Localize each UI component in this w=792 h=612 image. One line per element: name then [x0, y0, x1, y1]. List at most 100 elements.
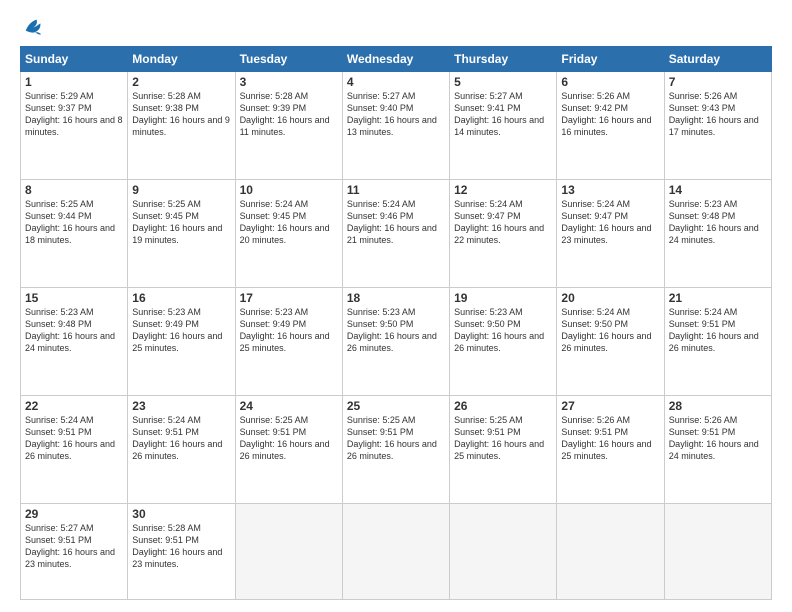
calendar-cell: 18Sunrise: 5:23 AMSunset: 9:50 PMDayligh…	[342, 288, 449, 396]
day-info: Sunrise: 5:23 AMSunset: 9:50 PMDaylight:…	[454, 306, 552, 355]
day-info: Sunrise: 5:24 AMSunset: 9:47 PMDaylight:…	[561, 198, 659, 247]
day-info: Sunrise: 5:26 AMSunset: 9:42 PMDaylight:…	[561, 90, 659, 139]
day-info: Sunrise: 5:27 AMSunset: 9:51 PMDaylight:…	[25, 522, 123, 571]
calendar-cell	[235, 504, 342, 600]
calendar-cell: 24Sunrise: 5:25 AMSunset: 9:51 PMDayligh…	[235, 396, 342, 504]
calendar-cell: 3Sunrise: 5:28 AMSunset: 9:39 PMDaylight…	[235, 72, 342, 180]
day-number: 9	[132, 183, 230, 197]
calendar-cell: 19Sunrise: 5:23 AMSunset: 9:50 PMDayligh…	[450, 288, 557, 396]
day-number: 15	[25, 291, 123, 305]
day-number: 10	[240, 183, 338, 197]
calendar-week-3: 15Sunrise: 5:23 AMSunset: 9:48 PMDayligh…	[21, 288, 772, 396]
day-info: Sunrise: 5:27 AMSunset: 9:40 PMDaylight:…	[347, 90, 445, 139]
calendar-cell: 25Sunrise: 5:25 AMSunset: 9:51 PMDayligh…	[342, 396, 449, 504]
calendar-cell	[557, 504, 664, 600]
day-info: Sunrise: 5:26 AMSunset: 9:43 PMDaylight:…	[669, 90, 767, 139]
calendar-cell	[342, 504, 449, 600]
calendar-week-1: 1Sunrise: 5:29 AMSunset: 9:37 PMDaylight…	[21, 72, 772, 180]
day-number: 24	[240, 399, 338, 413]
day-info: Sunrise: 5:27 AMSunset: 9:41 PMDaylight:…	[454, 90, 552, 139]
day-number: 26	[454, 399, 552, 413]
day-number: 28	[669, 399, 767, 413]
calendar-week-2: 8Sunrise: 5:25 AMSunset: 9:44 PMDaylight…	[21, 180, 772, 288]
logo-icon	[22, 16, 44, 38]
calendar-cell: 16Sunrise: 5:23 AMSunset: 9:49 PMDayligh…	[128, 288, 235, 396]
day-info: Sunrise: 5:24 AMSunset: 9:51 PMDaylight:…	[132, 414, 230, 463]
day-number: 18	[347, 291, 445, 305]
day-header-sunday: Sunday	[21, 47, 128, 72]
day-info: Sunrise: 5:24 AMSunset: 9:51 PMDaylight:…	[25, 414, 123, 463]
day-info: Sunrise: 5:25 AMSunset: 9:51 PMDaylight:…	[454, 414, 552, 463]
day-header-thursday: Thursday	[450, 47, 557, 72]
calendar-header-row: SundayMondayTuesdayWednesdayThursdayFrid…	[21, 47, 772, 72]
day-info: Sunrise: 5:29 AMSunset: 9:37 PMDaylight:…	[25, 90, 123, 139]
day-number: 1	[25, 75, 123, 89]
day-header-tuesday: Tuesday	[235, 47, 342, 72]
calendar-cell: 17Sunrise: 5:23 AMSunset: 9:49 PMDayligh…	[235, 288, 342, 396]
day-number: 29	[25, 507, 123, 521]
day-number: 22	[25, 399, 123, 413]
day-info: Sunrise: 5:23 AMSunset: 9:49 PMDaylight:…	[132, 306, 230, 355]
day-header-saturday: Saturday	[664, 47, 771, 72]
calendar-cell: 7Sunrise: 5:26 AMSunset: 9:43 PMDaylight…	[664, 72, 771, 180]
day-info: Sunrise: 5:25 AMSunset: 9:51 PMDaylight:…	[240, 414, 338, 463]
day-number: 19	[454, 291, 552, 305]
calendar-cell: 26Sunrise: 5:25 AMSunset: 9:51 PMDayligh…	[450, 396, 557, 504]
day-number: 27	[561, 399, 659, 413]
day-info: Sunrise: 5:25 AMSunset: 9:51 PMDaylight:…	[347, 414, 445, 463]
day-info: Sunrise: 5:24 AMSunset: 9:45 PMDaylight:…	[240, 198, 338, 247]
calendar-cell: 22Sunrise: 5:24 AMSunset: 9:51 PMDayligh…	[21, 396, 128, 504]
day-info: Sunrise: 5:28 AMSunset: 9:39 PMDaylight:…	[240, 90, 338, 139]
day-info: Sunrise: 5:23 AMSunset: 9:48 PMDaylight:…	[25, 306, 123, 355]
day-info: Sunrise: 5:23 AMSunset: 9:49 PMDaylight:…	[240, 306, 338, 355]
day-info: Sunrise: 5:23 AMSunset: 9:48 PMDaylight:…	[669, 198, 767, 247]
calendar-cell: 20Sunrise: 5:24 AMSunset: 9:50 PMDayligh…	[557, 288, 664, 396]
day-info: Sunrise: 5:24 AMSunset: 9:50 PMDaylight:…	[561, 306, 659, 355]
day-info: Sunrise: 5:26 AMSunset: 9:51 PMDaylight:…	[669, 414, 767, 463]
day-number: 21	[669, 291, 767, 305]
day-number: 14	[669, 183, 767, 197]
page: SundayMondayTuesdayWednesdayThursdayFrid…	[0, 0, 792, 612]
day-number: 16	[132, 291, 230, 305]
day-number: 4	[347, 75, 445, 89]
day-number: 13	[561, 183, 659, 197]
calendar-cell: 21Sunrise: 5:24 AMSunset: 9:51 PMDayligh…	[664, 288, 771, 396]
calendar-cell: 5Sunrise: 5:27 AMSunset: 9:41 PMDaylight…	[450, 72, 557, 180]
calendar-week-5: 29Sunrise: 5:27 AMSunset: 9:51 PMDayligh…	[21, 504, 772, 600]
day-info: Sunrise: 5:25 AMSunset: 9:44 PMDaylight:…	[25, 198, 123, 247]
day-header-monday: Monday	[128, 47, 235, 72]
calendar-cell: 15Sunrise: 5:23 AMSunset: 9:48 PMDayligh…	[21, 288, 128, 396]
calendar-cell: 8Sunrise: 5:25 AMSunset: 9:44 PMDaylight…	[21, 180, 128, 288]
calendar-cell: 6Sunrise: 5:26 AMSunset: 9:42 PMDaylight…	[557, 72, 664, 180]
calendar-cell: 14Sunrise: 5:23 AMSunset: 9:48 PMDayligh…	[664, 180, 771, 288]
calendar-week-4: 22Sunrise: 5:24 AMSunset: 9:51 PMDayligh…	[21, 396, 772, 504]
day-number: 6	[561, 75, 659, 89]
day-number: 20	[561, 291, 659, 305]
calendar-cell: 2Sunrise: 5:28 AMSunset: 9:38 PMDaylight…	[128, 72, 235, 180]
calendar-cell: 12Sunrise: 5:24 AMSunset: 9:47 PMDayligh…	[450, 180, 557, 288]
day-number: 23	[132, 399, 230, 413]
calendar-cell: 23Sunrise: 5:24 AMSunset: 9:51 PMDayligh…	[128, 396, 235, 504]
calendar-cell: 28Sunrise: 5:26 AMSunset: 9:51 PMDayligh…	[664, 396, 771, 504]
calendar-cell: 13Sunrise: 5:24 AMSunset: 9:47 PMDayligh…	[557, 180, 664, 288]
day-number: 8	[25, 183, 123, 197]
day-info: Sunrise: 5:24 AMSunset: 9:47 PMDaylight:…	[454, 198, 552, 247]
day-number: 17	[240, 291, 338, 305]
day-number: 12	[454, 183, 552, 197]
day-header-friday: Friday	[557, 47, 664, 72]
day-number: 25	[347, 399, 445, 413]
calendar-cell	[664, 504, 771, 600]
calendar-cell: 29Sunrise: 5:27 AMSunset: 9:51 PMDayligh…	[21, 504, 128, 600]
day-number: 11	[347, 183, 445, 197]
calendar-body: 1Sunrise: 5:29 AMSunset: 9:37 PMDaylight…	[21, 72, 772, 600]
day-info: Sunrise: 5:28 AMSunset: 9:38 PMDaylight:…	[132, 90, 230, 139]
calendar-cell: 11Sunrise: 5:24 AMSunset: 9:46 PMDayligh…	[342, 180, 449, 288]
calendar-table: SundayMondayTuesdayWednesdayThursdayFrid…	[20, 46, 772, 600]
day-info: Sunrise: 5:24 AMSunset: 9:46 PMDaylight:…	[347, 198, 445, 247]
day-number: 30	[132, 507, 230, 521]
day-info: Sunrise: 5:26 AMSunset: 9:51 PMDaylight:…	[561, 414, 659, 463]
day-number: 5	[454, 75, 552, 89]
logo	[20, 18, 44, 38]
calendar-cell	[450, 504, 557, 600]
day-info: Sunrise: 5:23 AMSunset: 9:50 PMDaylight:…	[347, 306, 445, 355]
